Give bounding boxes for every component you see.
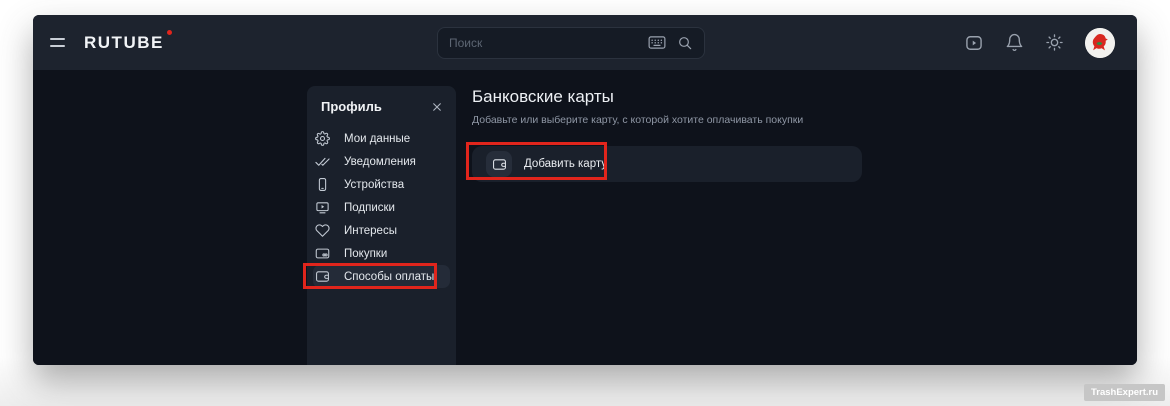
profile-menu: Мои данные Уведомления — [307, 127, 456, 288]
double-check-icon — [315, 154, 330, 169]
top-header: RUTUBE — [33, 15, 1137, 70]
sidebar-item-label: Интересы — [344, 225, 397, 237]
add-card-button[interactable]: Добавить карту — [472, 146, 862, 182]
hamburger-menu-icon[interactable] — [50, 38, 65, 47]
wallet-icon — [315, 269, 330, 284]
theme-icon[interactable] — [1045, 33, 1064, 52]
gear-icon — [315, 131, 330, 146]
profile-panel: Профиль — [307, 86, 456, 365]
avatar[interactable] — [1085, 28, 1115, 58]
wallet-icon — [486, 151, 512, 177]
watermark: TrashExpert.ru — [1084, 384, 1165, 401]
search-icon[interactable] — [677, 35, 693, 51]
page-title: Банковские карты — [472, 87, 1121, 107]
search-bar — [437, 27, 705, 59]
sidebar-item-label: Подписки — [344, 202, 395, 214]
rutube-logo-text: RUTUBE — [84, 33, 164, 52]
bank-cards-section: Банковские карты Добавьте или выберите к… — [472, 70, 1121, 182]
sidebar-item-label: Уведомления — [344, 156, 416, 168]
sidebar-item-devices[interactable]: Устройства — [313, 173, 450, 196]
sidebar-item-interests[interactable]: Интересы — [313, 219, 450, 242]
sidebar-item-my-data[interactable]: Мои данные — [313, 127, 450, 150]
upload-video-icon[interactable] — [964, 33, 984, 53]
bell-icon[interactable] — [1005, 33, 1024, 52]
header-actions — [964, 28, 1137, 58]
logo-red-dot — [167, 30, 172, 35]
sidebar-item-label: Устройства — [344, 179, 404, 191]
sidebar-item-subscriptions[interactable]: Подписки — [313, 196, 450, 219]
sidebar-item-label: Мои данные — [344, 133, 410, 145]
heart-icon — [315, 223, 330, 238]
rutube-logo[interactable]: RUTUBE — [84, 33, 164, 53]
keyboard-icon[interactable] — [648, 35, 666, 50]
close-icon[interactable] — [431, 101, 443, 113]
monitor-play-icon — [315, 200, 330, 215]
rutube-window: RUTUBE — [33, 15, 1137, 365]
credit-card-icon — [315, 246, 330, 261]
page-subtitle: Добавьте или выберите карту, с которой х… — [472, 114, 1121, 126]
search-input[interactable] — [449, 36, 637, 50]
page: RUTUBE — [0, 0, 1170, 406]
sidebar-item-notifications[interactable]: Уведомления — [313, 150, 450, 173]
panel-title: Профиль — [321, 99, 382, 114]
add-card-label: Добавить карту — [524, 158, 607, 170]
content-area: Профиль — [33, 70, 1137, 365]
sidebar-item-label: Способы оплаты — [344, 271, 434, 283]
sidebar-item-purchases[interactable]: Покупки — [313, 242, 450, 265]
smartphone-icon — [315, 177, 330, 192]
sidebar-item-payment-methods[interactable]: Способы оплаты — [313, 265, 450, 288]
sidebar-item-label: Покупки — [344, 248, 387, 260]
profile-panel-header: Профиль — [307, 86, 456, 114]
